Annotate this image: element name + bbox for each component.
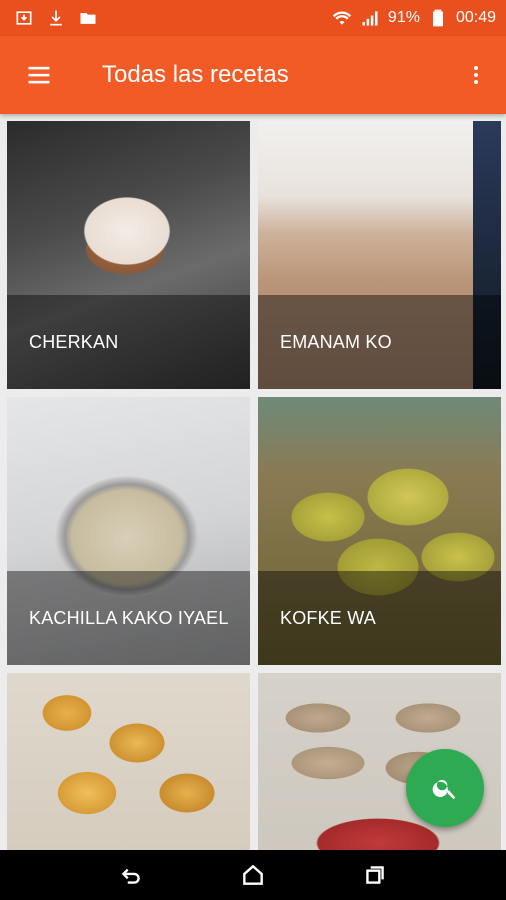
recipe-card[interactable]: EMANAM KO bbox=[258, 121, 501, 389]
recipe-name: KOFKE WA bbox=[280, 607, 376, 628]
recipe-card[interactable]: KOFKE WA bbox=[258, 397, 501, 665]
image-download-icon bbox=[14, 8, 34, 28]
more-options-button[interactable] bbox=[446, 36, 506, 114]
recipe-card[interactable] bbox=[7, 673, 250, 850]
home-icon bbox=[243, 864, 263, 885]
battery-icon bbox=[428, 8, 448, 28]
menu-button[interactable] bbox=[0, 36, 78, 114]
signal-icon bbox=[360, 8, 380, 28]
recipe-label-bar: KOFKE WA bbox=[258, 571, 501, 665]
search-icon bbox=[432, 779, 456, 800]
system-nav-bar bbox=[0, 850, 506, 900]
recipe-name: EMANAM KO bbox=[280, 331, 392, 352]
page-title: Todas las recetas bbox=[102, 61, 289, 88]
wifi-icon bbox=[332, 8, 352, 28]
download-icon bbox=[46, 8, 66, 28]
search-fab-button[interactable] bbox=[406, 749, 484, 827]
recipe-card[interactable]: CHERKAN bbox=[7, 121, 250, 389]
recipe-label-bar: EMANAM KO bbox=[258, 295, 501, 389]
recipe-grid: CHERKAN EMANAM KO KACHILLA KAKO IYAEL KO… bbox=[0, 114, 506, 850]
recipe-photo bbox=[7, 673, 250, 850]
recents-button[interactable] bbox=[350, 850, 400, 900]
clock: 00:49 bbox=[455, 9, 496, 26]
recipe-card[interactable]: KACHILLA KAKO IYAEL bbox=[7, 397, 250, 665]
status-right: 91% 00:49 bbox=[332, 8, 496, 28]
app-bar: Todas las recetas bbox=[0, 36, 506, 114]
hamburger-menu-icon bbox=[28, 66, 50, 84]
recipe-name: CHERKAN bbox=[29, 331, 119, 352]
battery-percent: 91% bbox=[387, 9, 420, 26]
more-vert-icon bbox=[474, 66, 478, 84]
recipe-label-bar: KACHILLA KAKO IYAEL bbox=[7, 571, 250, 665]
recents-icon bbox=[366, 866, 384, 884]
back-icon bbox=[121, 868, 140, 884]
back-button[interactable] bbox=[106, 850, 156, 900]
home-button[interactable] bbox=[228, 850, 278, 900]
recipe-label-bar: CHERKAN bbox=[7, 295, 250, 389]
status-left bbox=[14, 8, 98, 28]
recipe-name: KACHILLA KAKO IYAEL bbox=[29, 607, 229, 628]
status-bar: 91% 00:49 bbox=[0, 0, 506, 36]
folder-icon bbox=[78, 8, 98, 28]
